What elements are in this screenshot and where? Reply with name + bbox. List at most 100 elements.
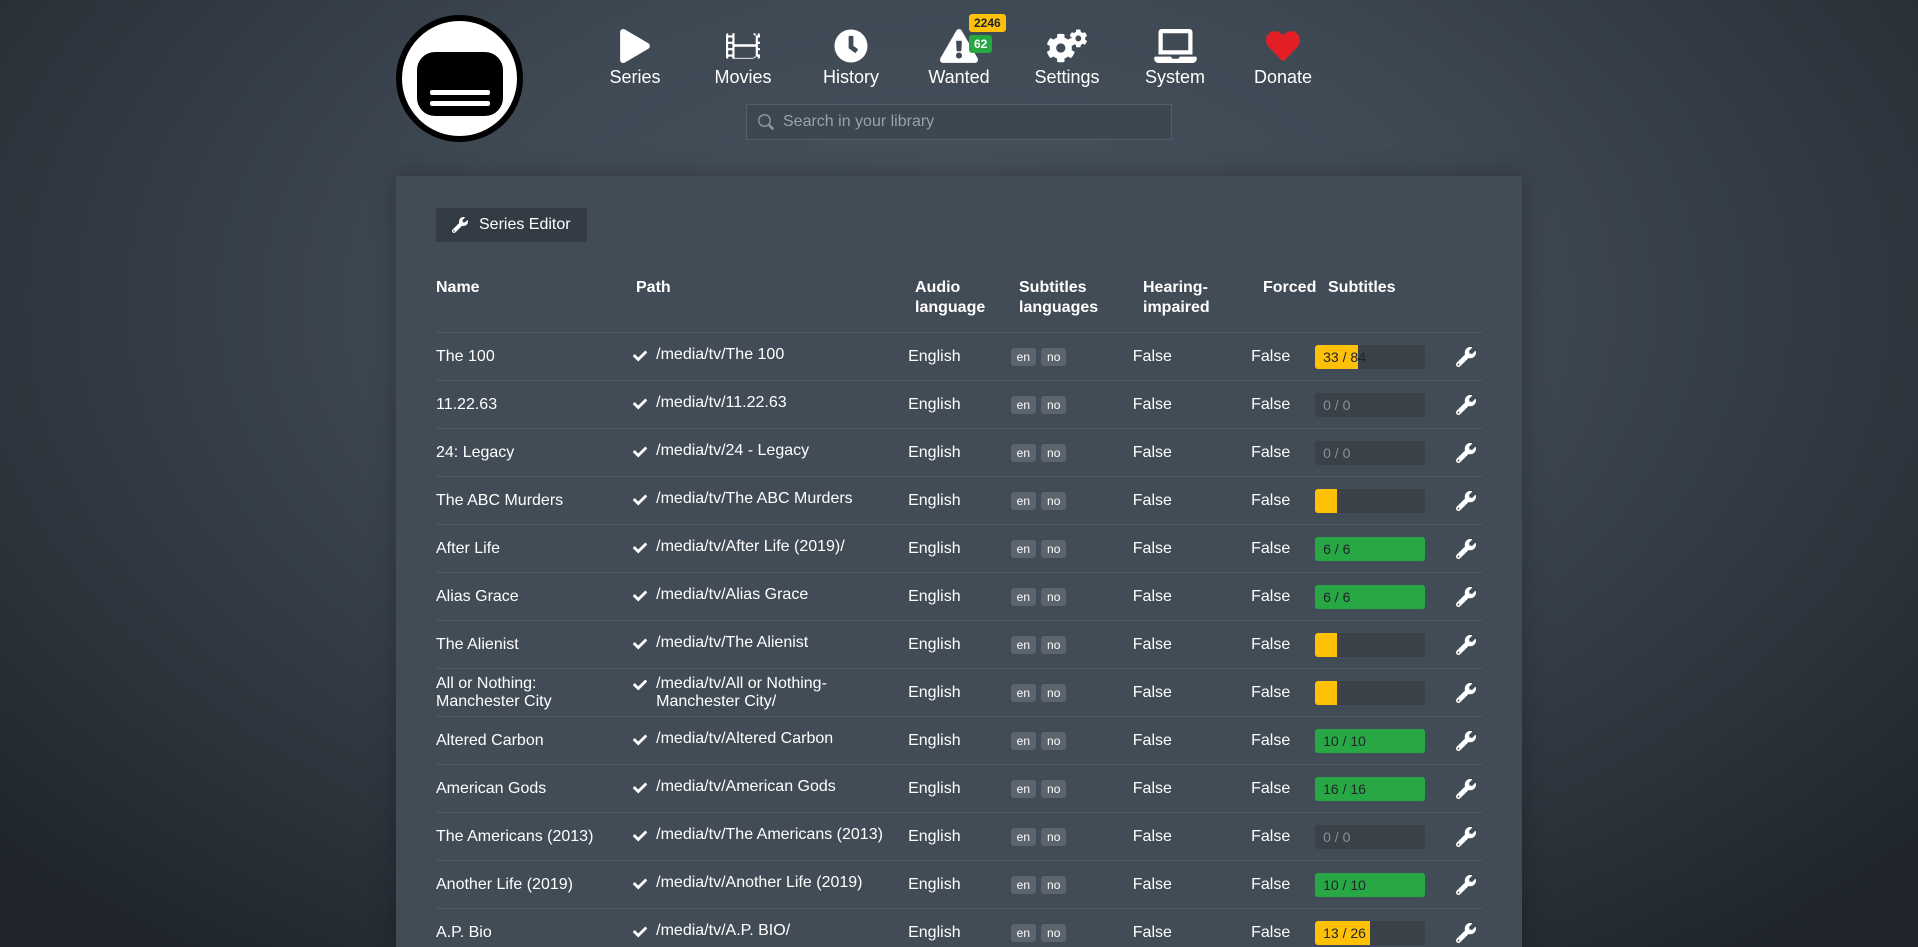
table-row: American Gods /media/tv/American Gods En…	[436, 764, 1482, 812]
subtitles-progress-bar: 0 / 0	[1315, 825, 1425, 849]
subtitles-languages: enno	[1011, 732, 1133, 750]
edit-series-button[interactable]	[1452, 775, 1480, 803]
series-path: /media/tv/Alias Grace	[633, 586, 908, 608]
language-badge: no	[1041, 780, 1066, 798]
edit-series-button[interactable]	[1452, 535, 1480, 563]
wanted-series-count-badge: 2246	[969, 14, 1006, 32]
app-logo[interactable]	[396, 15, 523, 142]
audio-language-value: English	[908, 684, 1011, 702]
series-path: /media/tv/The 100	[633, 346, 908, 368]
wrench-icon	[1456, 491, 1476, 511]
series-name[interactable]: After Life	[436, 540, 633, 558]
nav-item-settings[interactable]: Settings	[1029, 26, 1105, 88]
subtitles-progress-bar: 0 / 0	[1315, 393, 1425, 417]
subtitles-progress-cell: 6 / 6	[1315, 585, 1452, 609]
search-input[interactable]	[783, 113, 1160, 131]
edit-series-button[interactable]	[1452, 439, 1480, 467]
language-badge: en	[1011, 396, 1036, 414]
series-name[interactable]: Another Life (2019)	[436, 876, 633, 894]
series-name[interactable]: The Americans (2013)	[436, 828, 633, 846]
audio-language-value: English	[908, 540, 1011, 558]
nav-item-donate[interactable]: Donate	[1245, 26, 1321, 88]
edit-series-button[interactable]	[1452, 631, 1480, 659]
row-actions	[1452, 439, 1482, 467]
column-header-name: Name	[436, 278, 636, 298]
progress-label: 33 / 84	[1323, 349, 1366, 365]
check-icon	[633, 925, 647, 944]
series-name[interactable]: 24: Legacy	[436, 444, 633, 462]
progress-fill	[1315, 489, 1337, 513]
column-header-path: Path	[636, 278, 915, 298]
check-icon	[633, 493, 647, 512]
language-badge: en	[1011, 780, 1036, 798]
wrench-icon	[1456, 587, 1476, 607]
series-name[interactable]: Altered Carbon	[436, 732, 633, 750]
wrench-icon	[1456, 731, 1476, 751]
series-path: /media/tv/A.P. BIO/	[633, 922, 908, 944]
subtitles-languages: enno	[1011, 588, 1133, 606]
check-icon	[633, 733, 647, 752]
language-badge: en	[1011, 684, 1036, 702]
series-path-text: /media/tv/After Life (2019)/	[656, 538, 845, 556]
series-name[interactable]: The ABC Murders	[436, 492, 633, 510]
series-name[interactable]: Alias Grace	[436, 588, 633, 606]
forced-value: False	[1251, 540, 1315, 558]
table-row: The ABC Murders /media/tv/The ABC Murder…	[436, 476, 1482, 524]
language-badge: en	[1011, 348, 1036, 366]
wrench-icon	[1456, 347, 1476, 367]
subtitles-languages: enno	[1011, 924, 1133, 942]
language-badge: no	[1041, 540, 1066, 558]
series-name[interactable]: 11.22.63	[436, 396, 633, 414]
nav-item-wanted[interactable]: 2246 62 Wanted	[921, 26, 997, 88]
series-editor-button[interactable]: Series Editor	[436, 208, 587, 242]
edit-series-button[interactable]	[1452, 343, 1480, 371]
series-name[interactable]: The Alienist	[436, 636, 633, 654]
nav-item-series[interactable]: Series	[597, 26, 673, 88]
edit-series-button[interactable]	[1452, 487, 1480, 515]
edit-series-button[interactable]	[1452, 871, 1480, 899]
language-badge: no	[1041, 348, 1066, 366]
subtitles-progress-bar: 0 / 0	[1315, 441, 1425, 465]
table-row: The 100 /media/tv/The 100 English enno F…	[436, 332, 1482, 380]
wrench-icon	[1456, 875, 1476, 895]
edit-series-button[interactable]	[1452, 391, 1480, 419]
forced-value: False	[1251, 588, 1315, 606]
subtitles-progress-bar: 6 / 6	[1315, 585, 1425, 609]
table-row: A.P. Bio /media/tv/A.P. BIO/ English enn…	[436, 908, 1482, 947]
nav-label: Settings	[1034, 67, 1099, 88]
check-icon	[633, 445, 647, 464]
check-icon	[633, 589, 647, 608]
edit-series-button[interactable]	[1452, 727, 1480, 755]
series-name[interactable]: The 100	[436, 348, 633, 366]
series-path-text: /media/tv/Altered Carbon	[656, 730, 833, 748]
series-name[interactable]: American Gods	[436, 780, 633, 798]
subtitles-languages: enno	[1011, 348, 1133, 366]
nav-item-movies[interactable]: Movies	[705, 26, 781, 88]
subtitles-progress-bar: 13 / 26	[1315, 921, 1425, 945]
edit-series-button[interactable]	[1452, 583, 1480, 611]
wrench-icon	[452, 217, 468, 233]
subtitles-languages: enno	[1011, 684, 1133, 702]
library-search	[746, 104, 1172, 140]
hearing-impaired-value: False	[1133, 396, 1251, 414]
series-path-text: /media/tv/The 100	[656, 346, 784, 364]
wanted-badges: 2246 62	[969, 14, 1006, 53]
nav-item-system[interactable]: System	[1137, 26, 1213, 88]
series-path: /media/tv/Altered Carbon	[633, 730, 908, 752]
edit-series-button[interactable]	[1452, 679, 1480, 707]
nav-item-history[interactable]: History	[813, 26, 889, 88]
heart-icon	[1265, 26, 1301, 66]
subtitles-progress-cell: 0 / 0	[1315, 393, 1452, 417]
edit-series-button[interactable]	[1452, 919, 1480, 947]
column-header-languages: Subtitles languages	[1019, 278, 1143, 318]
subtitles-languages: enno	[1011, 876, 1133, 894]
series-name[interactable]: All or Nothing: Manchester City	[436, 675, 633, 711]
series-path: /media/tv/Another Life (2019)	[633, 874, 908, 896]
language-badge: no	[1041, 588, 1066, 606]
language-badge: no	[1041, 876, 1066, 894]
series-name[interactable]: A.P. Bio	[436, 924, 633, 942]
edit-series-button[interactable]	[1452, 823, 1480, 851]
forced-value: False	[1251, 780, 1315, 798]
subtitles-languages: enno	[1011, 540, 1133, 558]
table-row: All or Nothing: Manchester City /media/t…	[436, 668, 1482, 716]
